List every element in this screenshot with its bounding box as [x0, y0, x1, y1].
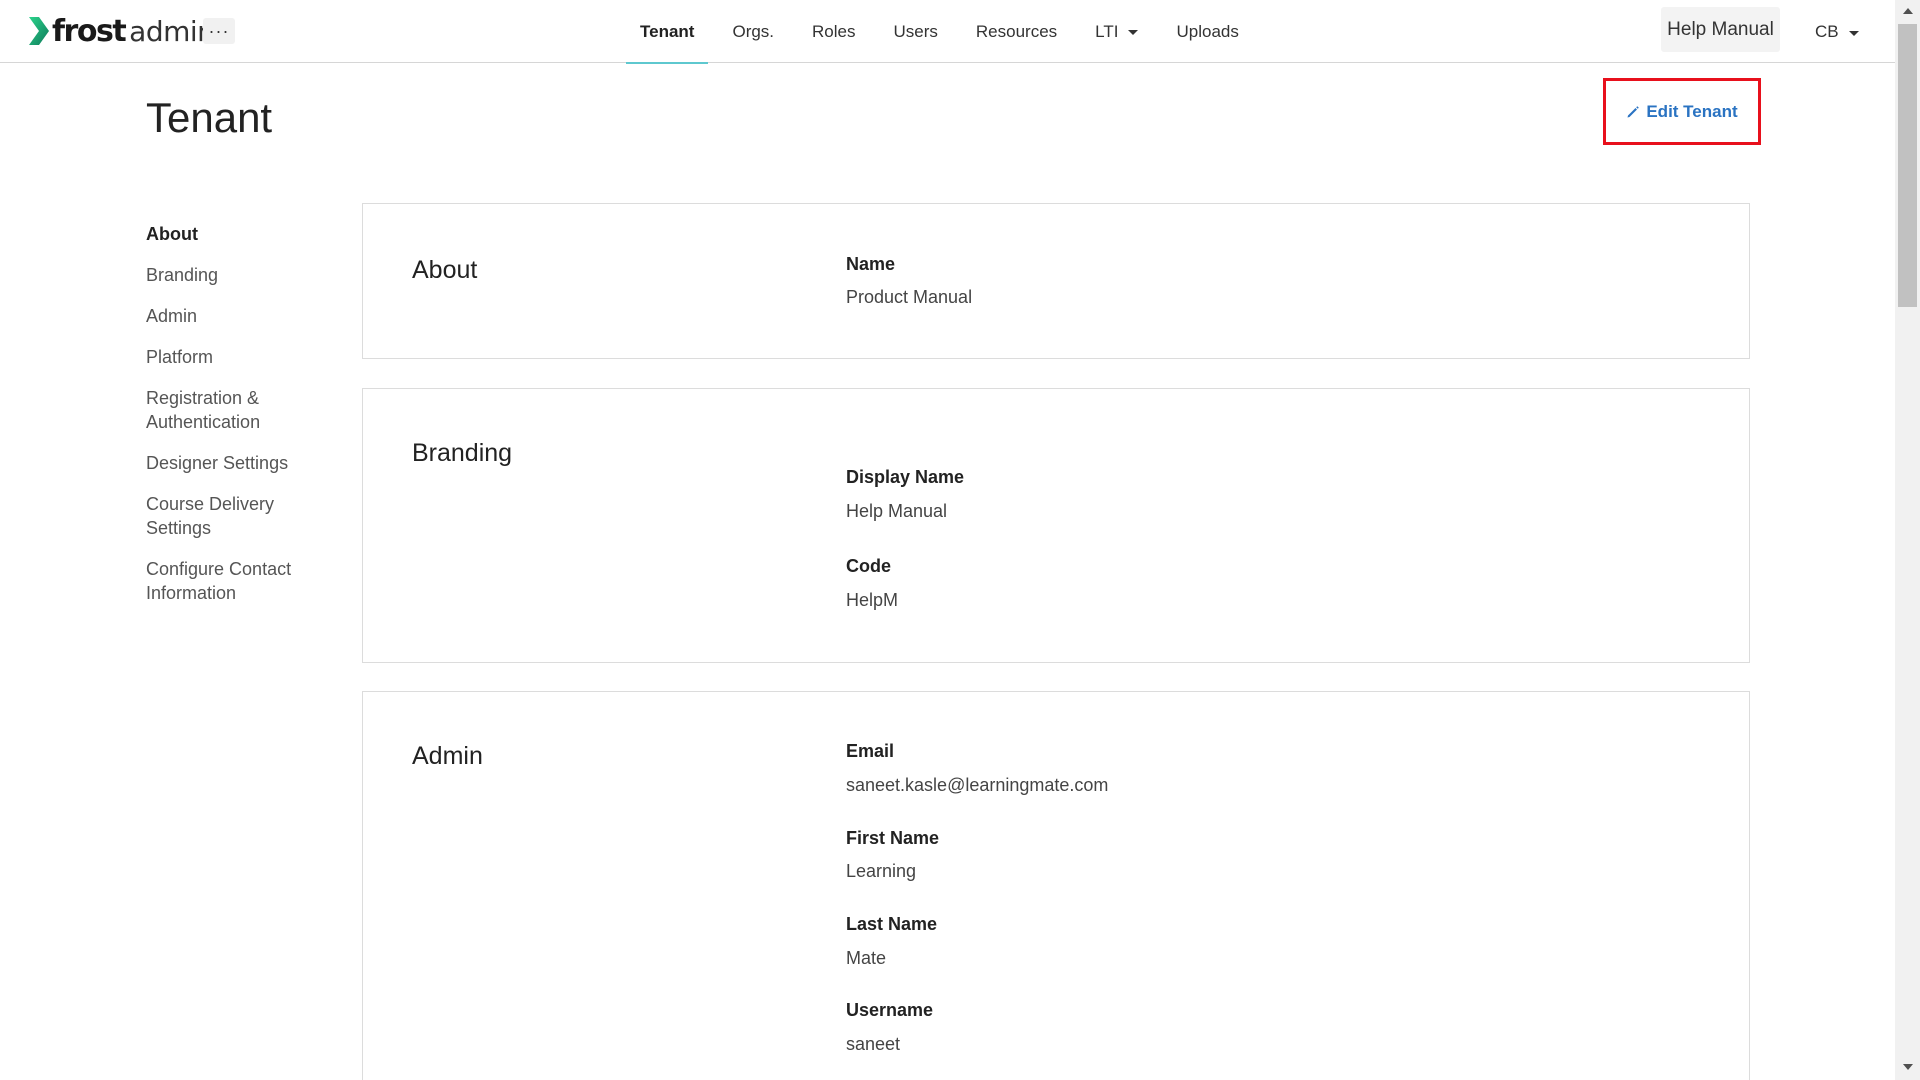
nav-tab-label: Uploads: [1176, 21, 1239, 41]
sidenav-item-branding[interactable]: Branding: [146, 263, 326, 287]
frost-admin-logo[interactable]: frost admin: [27, 13, 215, 49]
scroll-up-arrow-icon[interactable]: [1903, 8, 1913, 14]
field-value: HelpM: [846, 590, 899, 610]
field-value: saneet.kasle@learningmate.com: [846, 775, 1109, 795]
field-value: Mate: [846, 948, 887, 968]
nav-tab-label: Users: [893, 21, 938, 41]
field-label: First Name: [846, 828, 940, 848]
nav-tab-label: Orgs.: [732, 21, 775, 41]
edit-tenant-label: Edit Tenant: [1646, 101, 1738, 121]
nav-tab-label: LTI: [1095, 21, 1119, 41]
caret-down-icon: [1848, 30, 1859, 36]
logo-admin-text: admin: [129, 14, 215, 48]
logo-frost-text: frost: [52, 13, 127, 49]
branding-card: Branding Display Name Help Manual Code H…: [362, 388, 1750, 663]
field-value: Learning: [846, 861, 917, 881]
nav-tab-resources[interactable]: Resources: [962, 0, 1071, 63]
field-label: Display Name: [846, 467, 965, 487]
field-label: Username: [846, 1000, 934, 1020]
field-label: Code: [846, 556, 891, 576]
user-initials: CB: [1815, 22, 1839, 41]
branding-card-title: Branding: [412, 439, 513, 467]
nav-tab-users[interactable]: Users: [880, 0, 952, 63]
field-label: Last Name: [846, 914, 938, 934]
about-card: About Name Product Manual: [362, 203, 1750, 359]
sidenav-item-configure-contact-information[interactable]: Configure Contact Information: [146, 557, 326, 605]
about-card-title: About: [412, 256, 478, 284]
frost-chevron-logo-icon: [29, 17, 49, 45]
main-nav: Tenant Orgs. Roles Users Resources LTI U…: [626, 0, 1263, 64]
nav-tab-label: Tenant: [640, 21, 695, 41]
help-manual-button[interactable]: Help Manual: [1661, 7, 1780, 52]
nav-tab-lti[interactable]: LTI: [1081, 0, 1152, 63]
nav-tab-orgs[interactable]: Orgs.: [718, 0, 788, 63]
page-title: Tenant: [146, 94, 273, 141]
field-label: Email: [846, 741, 895, 761]
nav-tab-tenant[interactable]: Tenant: [626, 0, 709, 64]
admin-card-title: Admin: [412, 742, 483, 770]
section-sidenav: About Branding Admin Platform Registrati…: [146, 222, 326, 622]
field-value: saneet: [846, 1034, 901, 1054]
nav-tab-roles[interactable]: Roles: [798, 0, 869, 63]
sidenav-item-designer-settings[interactable]: Designer Settings: [146, 451, 326, 475]
sidenav-item-course-delivery-settings[interactable]: Course Delivery Settings: [146, 492, 326, 540]
page-scrollbar[interactable]: [1895, 0, 1920, 1080]
nav-tab-label: Resources: [975, 21, 1058, 41]
user-menu[interactable]: CB: [1815, 20, 1859, 44]
caret-down-icon: [1128, 30, 1139, 35]
sidenav-item-registration-authentication[interactable]: Registration & Authentication: [146, 386, 326, 434]
field-label: Name: [846, 254, 896, 274]
scroll-thumb[interactable]: [1898, 24, 1917, 307]
scroll-down-arrow-icon[interactable]: [1903, 1064, 1913, 1070]
more-options-button[interactable]: ···: [203, 18, 235, 44]
admin-card: Admin Email saneet.kasle@learningmate.co…: [362, 691, 1750, 1080]
sidenav-item-about[interactable]: About: [146, 222, 326, 246]
sidenav-item-platform[interactable]: Platform: [146, 345, 326, 369]
sidenav-item-admin[interactable]: Admin: [146, 304, 326, 328]
top-navbar: frost admin ··· Tenant Orgs. Roles Users…: [0, 0, 1895, 64]
nav-tab-uploads[interactable]: Uploads: [1162, 0, 1252, 63]
nav-tab-label: Roles: [812, 21, 856, 41]
pencil-icon: [1627, 105, 1640, 117]
field-value: Help Manual: [846, 501, 948, 521]
edit-tenant-button[interactable]: Edit Tenant: [1626, 101, 1738, 122]
edit-tenant-highlight: Edit Tenant: [1603, 78, 1761, 145]
field-value: Product Manual: [846, 287, 973, 307]
